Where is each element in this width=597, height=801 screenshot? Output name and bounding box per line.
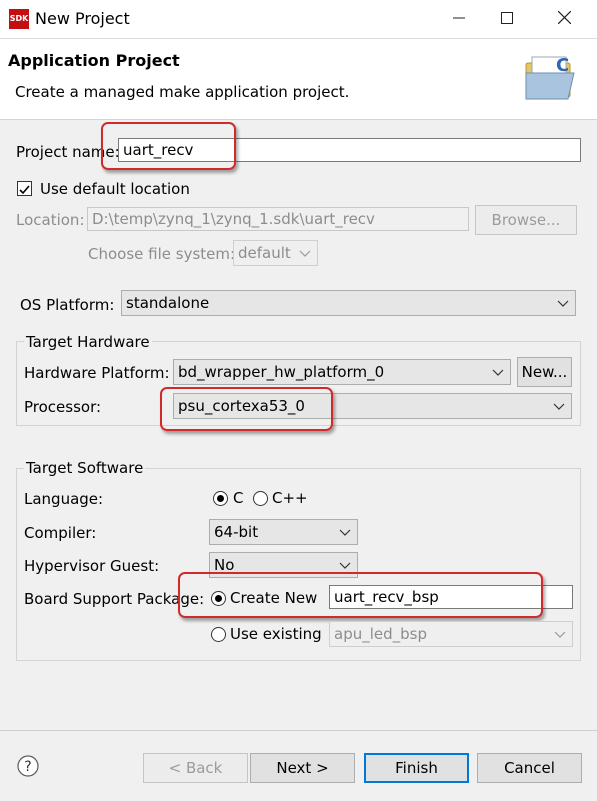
location-label: Location: <box>16 211 85 229</box>
help-button[interactable]: ? <box>17 755 39 777</box>
location-input[interactable]: D:\temp\zynq_1\zynq_1.sdk\uart_recv <box>87 207 469 231</box>
processor-highlight <box>160 387 333 431</box>
minimize-icon <box>453 17 465 19</box>
use-default-location-label: Use default location <box>40 180 190 198</box>
file-system-label: Choose file system: <box>88 245 236 263</box>
hardware-platform-label: Hardware Platform: <box>24 364 170 382</box>
language-cpp-label: C++ <box>272 489 308 507</box>
language-label: Language: <box>24 490 104 508</box>
os-platform-label: OS Platform: <box>20 296 115 314</box>
close-button[interactable] <box>540 0 588 38</box>
page-description: Create a managed make application projec… <box>15 83 350 101</box>
os-platform-select[interactable]: standalone <box>121 290 576 316</box>
maximize-icon <box>501 12 513 24</box>
maximize-button[interactable] <box>483 0 531 38</box>
language-c-label: C <box>233 489 244 507</box>
wizard-header: Application Project Create a managed mak… <box>0 39 597 120</box>
use-existing-bsp-radio[interactable] <box>211 627 226 642</box>
footer-separator <box>0 730 597 731</box>
hardware-platform-select[interactable]: bd_wrapper_hw_platform_0 <box>173 359 511 385</box>
compiler-label: Compiler: <box>24 524 97 542</box>
checkmark-icon <box>19 185 30 195</box>
hardware-platform-value: bd_wrapper_hw_platform_0 <box>178 363 385 381</box>
back-button[interactable]: < Back <box>143 753 248 783</box>
browse-button[interactable]: Browse... <box>475 205 577 235</box>
chevron-down-icon <box>553 403 565 410</box>
project-name-highlight <box>101 122 236 170</box>
window-title: New Project <box>35 9 130 28</box>
svg-text:C: C <box>556 55 569 76</box>
minimize-button[interactable] <box>435 0 483 38</box>
chevron-down-icon <box>554 631 566 638</box>
sdk-logo-icon: SDK <box>9 9 29 29</box>
language-cpp-radio[interactable] <box>253 491 268 506</box>
new-project-wizard-icon: C <box>525 55 575 100</box>
use-existing-bsp-select[interactable]: apu_led_bsp <box>329 621 573 647</box>
chevron-down-icon <box>557 300 569 307</box>
chevron-down-icon <box>492 369 504 376</box>
target-software-title: Target Software <box>24 459 146 477</box>
chevron-down-icon <box>339 529 351 536</box>
file-system-select[interactable]: default <box>233 240 318 266</box>
use-default-location-checkbox[interactable] <box>17 181 32 196</box>
os-platform-value: standalone <box>126 294 210 312</box>
help-icon: ? <box>17 755 39 777</box>
title-bar: SDK New Project <box>0 0 597 39</box>
next-button[interactable]: Next > <box>250 753 355 783</box>
language-c-radio[interactable] <box>213 491 228 506</box>
finish-button[interactable]: Finish <box>364 753 469 783</box>
compiler-value: 64-bit <box>214 523 259 541</box>
hypervisor-guest-label: Hypervisor Guest: <box>24 557 160 575</box>
compiler-select[interactable]: 64-bit <box>209 519 358 545</box>
bsp-highlight <box>178 572 543 618</box>
target-hardware-title: Target Hardware <box>24 333 152 351</box>
close-icon <box>557 10 571 25</box>
new-hardware-platform-button[interactable]: New... <box>517 357 572 387</box>
chevron-down-icon <box>299 250 311 257</box>
processor-label: Processor: <box>24 398 102 416</box>
file-system-value: default <box>238 244 291 262</box>
svg-text:?: ? <box>24 759 31 775</box>
chevron-down-icon <box>339 562 351 569</box>
use-existing-bsp-value: apu_led_bsp <box>334 625 427 643</box>
cancel-button[interactable]: Cancel <box>477 753 582 783</box>
use-existing-bsp-label: Use existing <box>230 625 322 643</box>
page-title: Application Project <box>8 51 180 70</box>
